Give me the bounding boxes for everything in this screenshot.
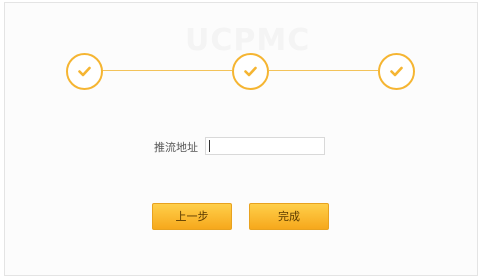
step-2-complete <box>232 53 269 90</box>
previous-step-button[interactable]: 上一步 <box>152 203 232 230</box>
text-caret <box>209 140 210 152</box>
stream-address-input[interactable] <box>205 137 325 155</box>
step-1-complete <box>66 53 103 90</box>
step-connector-2 <box>269 70 378 71</box>
step-connector-1 <box>101 70 232 71</box>
finish-button[interactable]: 完成 <box>249 203 329 230</box>
stream-address-label: 推流地址 <box>154 141 198 154</box>
check-icon <box>244 66 257 77</box>
check-icon <box>390 66 403 77</box>
check-icon <box>78 66 91 77</box>
step-3-complete <box>378 53 415 90</box>
